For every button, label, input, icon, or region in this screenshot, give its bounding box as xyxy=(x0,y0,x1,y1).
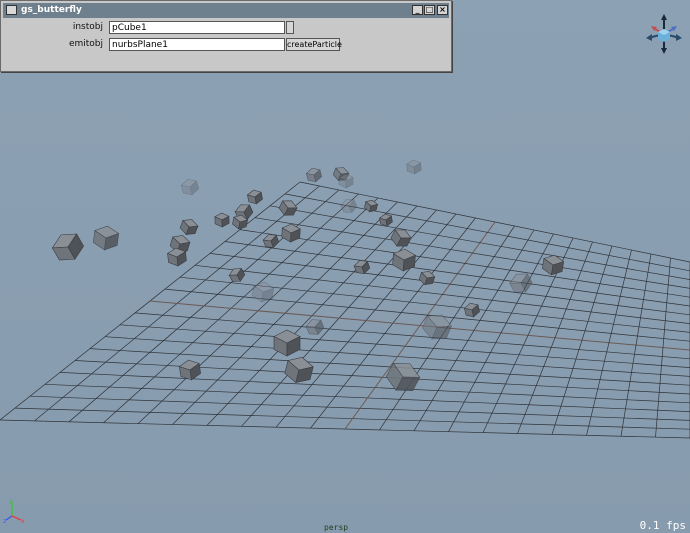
axis-y-label: y xyxy=(9,498,13,504)
viewport[interactable]: y z x persp 0.1 fps xyxy=(0,0,690,533)
particle-cube-10 xyxy=(281,223,301,243)
grid-line-width-18 xyxy=(269,205,690,280)
particle-cube-35 xyxy=(385,362,421,391)
particle-cube-4 xyxy=(179,219,199,236)
emitobj-field[interactable] xyxy=(109,38,285,51)
particle-cube-8 xyxy=(246,189,263,205)
axis-x-label: x xyxy=(21,518,25,524)
window-title: gs_butterfly xyxy=(21,5,82,15)
emitobj-label: emitobj xyxy=(68,39,103,49)
axis-z-label: z xyxy=(3,518,6,524)
particle-cube-31 xyxy=(273,329,301,357)
window-titlebar[interactable]: gs_butterfly _ □ × xyxy=(3,3,449,18)
particle-cube-29 xyxy=(463,302,480,318)
particle-cube-16 xyxy=(305,167,323,183)
particle-cube-14 xyxy=(228,267,246,282)
app-icon xyxy=(6,5,17,15)
close-button[interactable]: × xyxy=(437,5,448,15)
particle-cube-1 xyxy=(51,233,84,261)
view-cube-icon[interactable] xyxy=(644,12,684,56)
axis-gizmo-icon: y z x xyxy=(3,498,25,524)
instobj-field[interactable] xyxy=(109,21,285,34)
particle-cube-24 xyxy=(353,260,371,275)
fps-readout: 0.1 fps xyxy=(639,519,686,532)
scene-canvas[interactable] xyxy=(0,0,690,533)
particle-cube-9 xyxy=(278,200,298,216)
maximize-button[interactable]: □ xyxy=(424,5,435,15)
particle-cube-2 xyxy=(93,225,120,251)
particle-cube-22 xyxy=(390,229,412,247)
particle-cube-3 xyxy=(180,178,200,196)
particle-cube-19 xyxy=(340,199,358,213)
grid-line-width-17 xyxy=(254,217,690,289)
camera-name-label: persp xyxy=(324,523,349,532)
particle-cube-33 xyxy=(284,357,314,384)
ground-grid xyxy=(0,181,690,439)
instobj-pick-button[interactable] xyxy=(286,21,294,34)
particle-cube-5 xyxy=(214,212,230,228)
gs-butterfly-window[interactable]: gs_butterfly _ □ × instobj emitobj creat… xyxy=(0,0,452,72)
particle-cube-23 xyxy=(392,248,417,272)
grid-line-depth-18 xyxy=(620,253,652,437)
particle-cube-21 xyxy=(378,213,393,227)
create-particle-button[interactable]: createParticle xyxy=(286,38,342,51)
particle-cube-26 xyxy=(406,159,422,175)
instobj-label: instobj xyxy=(72,22,103,32)
minimize-button[interactable]: _ xyxy=(412,5,423,15)
grid-line-width-20 xyxy=(299,181,690,263)
particle-cube-32 xyxy=(305,319,325,335)
